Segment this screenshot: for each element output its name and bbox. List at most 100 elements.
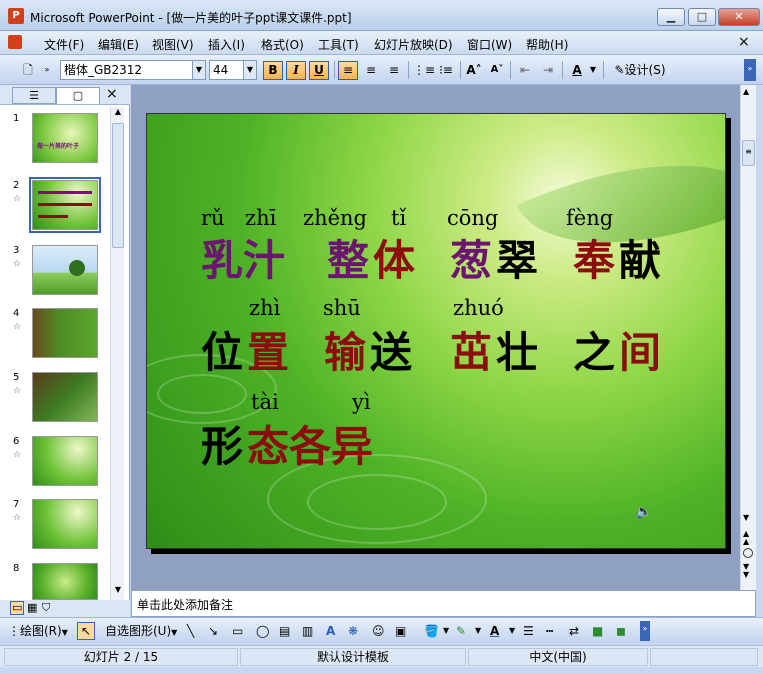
increase-font-size-icon[interactable]: A˄ <box>464 60 484 80</box>
textbox-icon[interactable]: ▤ <box>279 623 290 639</box>
slide-thumbnail[interactable]: 做一片美的叶子 <box>32 113 98 163</box>
slide-thumbnail[interactable] <box>32 308 98 358</box>
slide-thumbnail-row[interactable]: 6 ☆ <box>0 436 108 496</box>
scroll-down-arrow[interactable]: ▼ <box>743 513 749 522</box>
chevron-down-icon[interactable]: ▼ <box>588 60 598 80</box>
pinyin-ti: tǐ <box>391 206 407 230</box>
chevron-down-icon[interactable]: ▼ <box>475 623 481 639</box>
normal-view-icon[interactable]: ▭ <box>10 601 25 615</box>
rectangle-icon[interactable]: ▭ <box>232 623 243 639</box>
align-center-button[interactable]: ≡ <box>361 60 381 80</box>
slideshow-icon[interactable]: ⛉ <box>42 601 50 615</box>
toolbar-options-icon[interactable]: » <box>744 59 756 81</box>
select-pointer-icon[interactable]: ↖ <box>77 622 95 640</box>
slide-sorter-icon[interactable]: ▦ <box>27 601 37 614</box>
arrow-icon[interactable]: ↘ <box>208 623 218 639</box>
scroll-up-arrow[interactable]: ▲ <box>743 87 749 96</box>
select-browse-object-icon[interactable] <box>743 548 753 558</box>
slide-thumbnail[interactable] <box>32 372 98 422</box>
menu-insert[interactable]: 插入(I) <box>208 36 245 53</box>
decrease-font-size-icon[interactable]: A˅ <box>487 60 507 80</box>
slide-thumbnail-selected[interactable] <box>29 177 101 233</box>
toolbar-options-icon[interactable]: » <box>42 60 52 80</box>
slide-scrollbar[interactable]: ▲ ≡ ▼ ▲ ▲ ▼ ▼ <box>740 85 756 590</box>
close-pane-button[interactable]: × <box>106 86 118 102</box>
close-document-button[interactable]: × <box>738 34 750 50</box>
speaker-icon[interactable]: 🔈 <box>635 504 652 520</box>
menu-window[interactable]: 窗口(W) <box>467 36 512 53</box>
slide-thumbnail[interactable] <box>32 436 98 486</box>
bold-button[interactable]: B <box>263 61 283 80</box>
line-style-icon[interactable]: ☰ <box>523 623 534 639</box>
align-left-button[interactable]: ≡ <box>338 61 358 80</box>
align-right-button[interactable]: ≡ <box>384 60 404 80</box>
tab-outline[interactable]: ☰ <box>12 87 56 104</box>
slide-thumbnail-row[interactable]: 7 ☆ <box>0 499 108 559</box>
toolbar-options-icon[interactable]: » <box>640 621 650 641</box>
slide-thumbnail-row[interactable]: 2 ☆ <box>0 177 108 240</box>
maximize-button[interactable]: □ <box>688 8 716 26</box>
design-button[interactable]: ✎设计(S) <box>609 60 671 80</box>
close-window-button[interactable]: ✕ <box>718 8 760 26</box>
menu-tools[interactable]: 工具(T) <box>318 36 359 53</box>
shadow-style-icon[interactable]: ■ <box>592 623 603 639</box>
menu-format[interactable]: 格式(O) <box>261 36 304 53</box>
next-slide-icon[interactable]: ▼ ▼ <box>743 563 749 579</box>
document-icon[interactable] <box>8 35 22 49</box>
arrow-style-icon[interactable]: ⇄ <box>569 623 579 639</box>
menu-file[interactable]: 文件(F) <box>44 36 84 53</box>
wordart-icon[interactable]: A <box>326 623 335 639</box>
underline-button[interactable]: U <box>309 61 329 80</box>
chevron-down-icon[interactable]: ▼ <box>192 61 205 79</box>
bullets-icon[interactable]: ⁝≡ <box>436 60 456 80</box>
decrease-indent-icon[interactable]: ⇤ <box>515 60 535 80</box>
new-document-icon[interactable]: 🗋 <box>18 60 38 80</box>
chevron-down-icon[interactable]: ▼ <box>443 623 449 639</box>
menu-view[interactable]: 视图(V) <box>152 36 194 53</box>
diagram-icon[interactable]: ❋ <box>348 623 358 639</box>
increase-indent-icon[interactable]: ⇥ <box>538 60 558 80</box>
3d-style-icon[interactable]: ◼ <box>616 623 626 639</box>
line-icon[interactable]: ╲ <box>187 623 194 639</box>
clipart-icon[interactable]: ☺ <box>372 623 385 639</box>
slide-thumbnail[interactable] <box>32 245 98 295</box>
draw-menu-button[interactable]: ⋮绘图(R)▼ <box>8 623 68 641</box>
font-color-draw-icon[interactable]: A <box>490 623 499 639</box>
previous-slide-icon[interactable]: ▲ ▲ <box>743 530 749 546</box>
scroll-thumb[interactable]: ≡ <box>742 140 755 166</box>
vertical-textbox-icon[interactable]: ▥ <box>302 623 313 639</box>
notes-placeholder[interactable]: 单击此处添加备注 <box>137 596 233 613</box>
italic-button[interactable]: I <box>286 61 306 80</box>
line-color-icon[interactable]: ✎ <box>456 623 466 639</box>
picture-icon[interactable]: ▣ <box>395 623 406 639</box>
scroll-down-arrow[interactable]: ▼ <box>112 585 124 599</box>
slide-thumbnail-row[interactable]: 1 做一片美的叶子 <box>0 113 108 173</box>
chevron-down-icon[interactable]: ▼ <box>243 61 256 79</box>
slide-thumbnail[interactable] <box>32 563 98 600</box>
scroll-up-arrow[interactable]: ▲ <box>112 107 124 121</box>
font-name-combo[interactable]: 楷体_GB2312 ▼ <box>60 60 206 80</box>
slide-thumbnail-row[interactable]: 3 ☆ <box>0 245 108 305</box>
notes-pane[interactable]: 单击此处添加备注 <box>131 590 756 617</box>
slide-canvas[interactable]: rǔ zhī zhěng tǐ cōng fèng 乳汁 整 体 葱 翠 奉 献… <box>146 113 726 549</box>
slide-thumbnail-row[interactable]: 4 ☆ <box>0 308 108 368</box>
thumbnail-scrollbar[interactable]: ▲ ▼ <box>110 107 124 600</box>
oval-icon[interactable]: ◯ <box>256 623 269 639</box>
minimize-button[interactable]: ▁ <box>657 8 685 26</box>
menu-slideshow[interactable]: 幻灯片放映(D) <box>374 36 453 53</box>
menu-help[interactable]: 帮助(H) <box>526 36 568 53</box>
dash-style-icon[interactable]: ┅ <box>546 623 553 639</box>
autoshapes-menu-button[interactable]: 自选图形(U)▼ <box>105 623 177 641</box>
numbering-icon[interactable]: ⋮≡ <box>413 60 435 80</box>
menu-edit[interactable]: 编辑(E) <box>98 36 139 53</box>
font-color-icon[interactable]: A <box>567 60 587 80</box>
powerpoint-app-icon[interactable]: P <box>8 8 24 24</box>
chevron-down-icon[interactable]: ▼ <box>509 623 515 639</box>
font-name-value: 楷体_GB2312 <box>64 63 143 77</box>
slide-thumbnail-row[interactable]: 5 ☆ <box>0 372 108 432</box>
tab-slides[interactable]: ▢ <box>56 87 100 104</box>
scroll-thumb[interactable] <box>112 123 124 248</box>
fill-color-icon[interactable]: 🪣 <box>424 623 439 639</box>
slide-thumbnail[interactable] <box>32 499 98 549</box>
font-size-combo[interactable]: 44 ▼ <box>209 60 257 80</box>
